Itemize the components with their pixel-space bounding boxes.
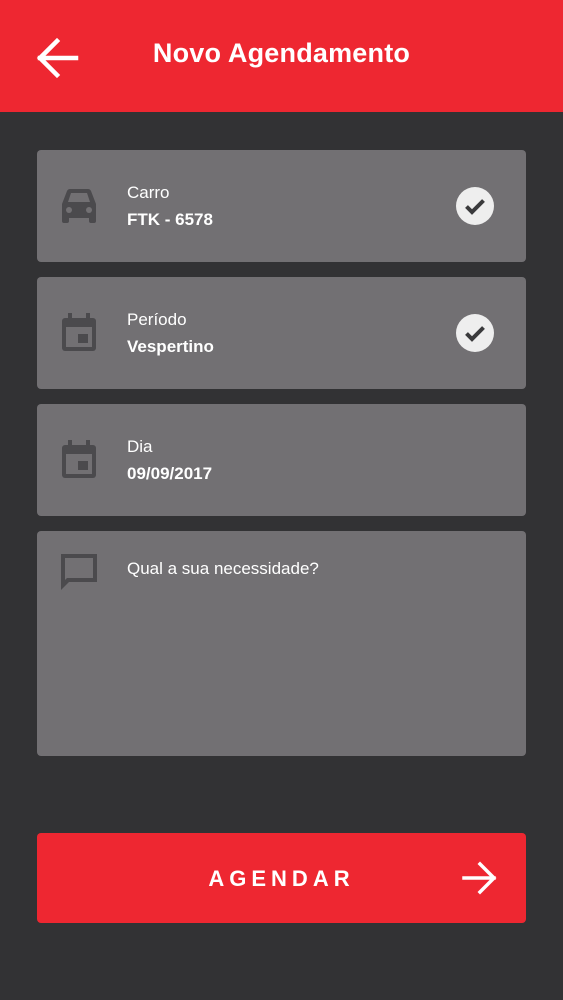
- calendar-icon: [62, 440, 96, 478]
- chat-bubble-icon: [61, 554, 97, 590]
- day-field[interactable]: Dia 09/09/2017: [37, 404, 526, 516]
- app-bar: Novo Agendamento: [0, 0, 563, 112]
- check-circle-icon: [456, 314, 494, 352]
- day-label: Dia: [127, 437, 153, 456]
- car-icon: [62, 189, 96, 223]
- schedule-button-label: AGENDAR: [208, 866, 355, 891]
- period-field[interactable]: Período Vespertino: [37, 277, 526, 389]
- check-circle-icon: [456, 187, 494, 225]
- need-textarea[interactable]: Qual a sua necessidade?: [37, 531, 526, 756]
- schedule-button[interactable]: AGENDAR: [37, 833, 526, 923]
- day-value: 09/09/2017: [127, 464, 213, 483]
- car-field[interactable]: Carro FTK - 6578: [37, 150, 526, 262]
- car-label: Carro: [127, 183, 170, 202]
- period-label: Período: [127, 310, 187, 329]
- need-placeholder: Qual a sua necessidade?: [127, 559, 319, 578]
- period-value: Vespertino: [127, 337, 214, 356]
- page-title: Novo Agendamento: [152, 38, 411, 68]
- arrow-right-icon: [462, 861, 497, 895]
- car-value: FTK - 6578: [127, 210, 213, 229]
- calendar-icon: [62, 313, 96, 351]
